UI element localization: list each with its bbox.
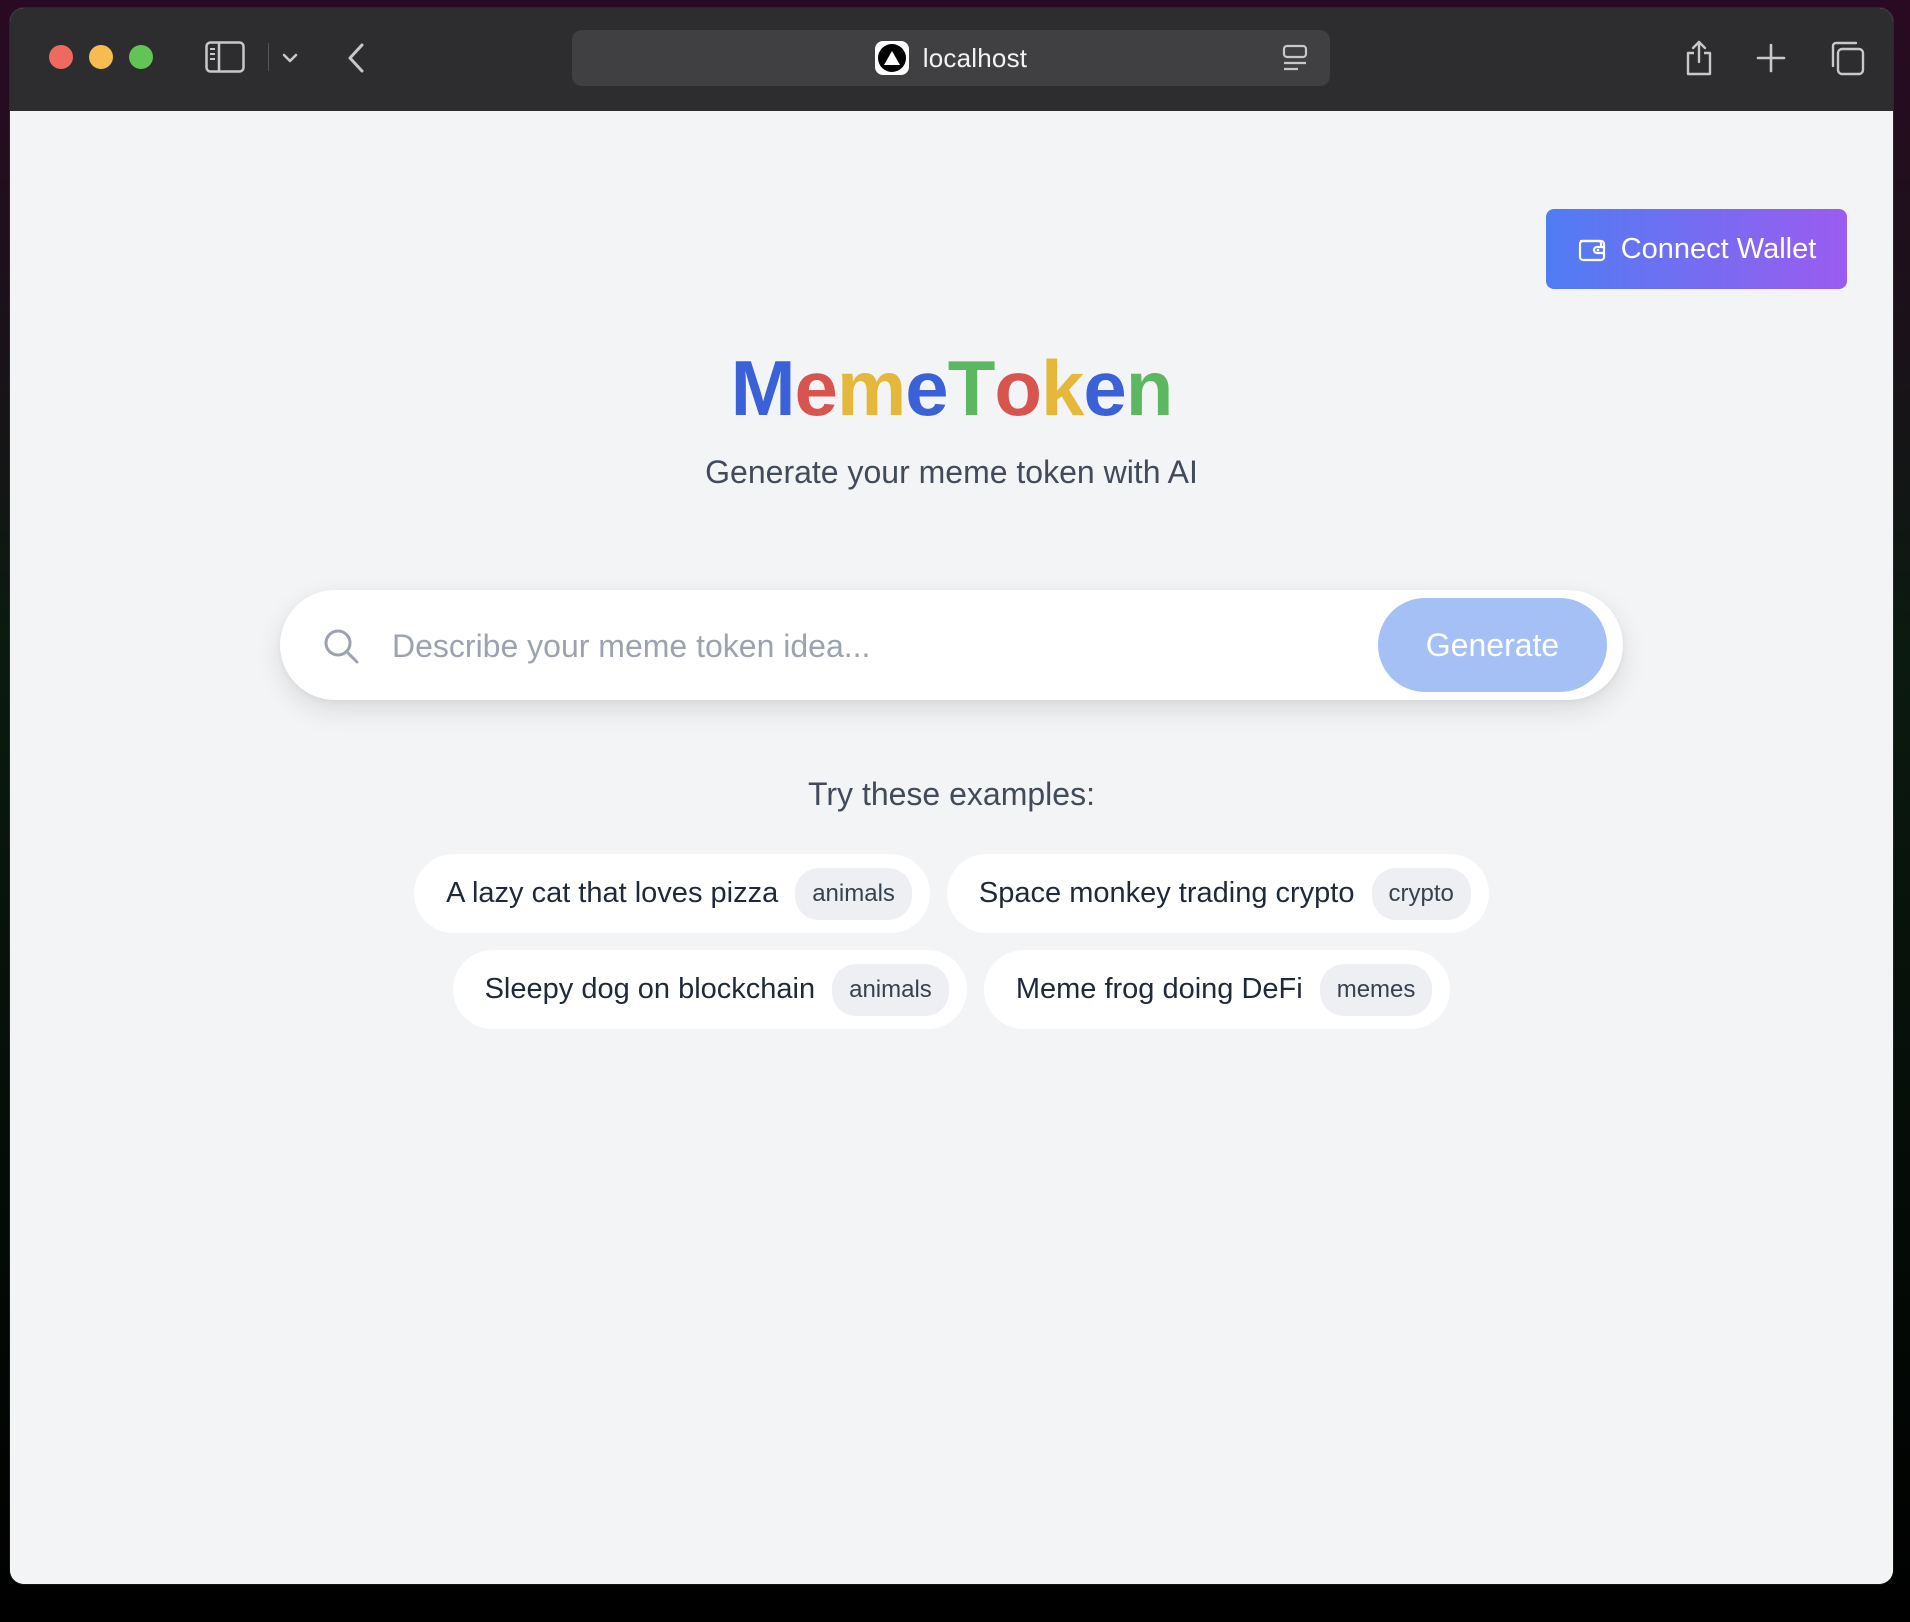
example-tag: animals [832, 963, 949, 1016]
example-text: Meme frog doing DeFi [1015, 973, 1303, 1005]
logo-letter: e [1083, 344, 1126, 432]
example-chip[interactable]: A lazy cat that loves pizza animals [414, 854, 930, 933]
logo-letter: o [994, 344, 1042, 432]
wallet-icon [1577, 235, 1607, 263]
address-bar[interactable]: localhost [572, 30, 1330, 86]
zoom-window-button[interactable] [129, 45, 153, 69]
hero-subtitle: Generate your meme token with AI [705, 454, 1198, 490]
logo-letter: e [794, 344, 838, 432]
examples-row: A lazy cat that loves pizza animals Spac… [414, 854, 1489, 933]
search-bar: Generate [280, 590, 1623, 700]
logo-letter: e [905, 344, 948, 432]
tab-overview-icon[interactable] [1828, 39, 1866, 77]
browser-toolbar: localhost [10, 8, 1893, 112]
example-chip[interactable]: Space monkey trading crypto crypto [946, 854, 1489, 933]
toolbar-divider [268, 43, 269, 71]
chevron-down-icon[interactable] [280, 48, 300, 68]
logo-letter: m [836, 344, 906, 432]
reader-mode-icon[interactable] [1282, 44, 1308, 77]
example-tag: memes [1319, 963, 1433, 1016]
meme-idea-input[interactable] [390, 615, 1254, 677]
example-text: Sleepy dog on blockchain [484, 973, 816, 1005]
page-content: Connect Wallet MemeToken Generate your m… [10, 111, 1893, 1584]
minimize-window-button[interactable] [89, 45, 113, 69]
back-arrow-icon[interactable] [344, 42, 368, 74]
generate-button[interactable]: Generate [1378, 598, 1607, 692]
close-window-button[interactable] [49, 45, 73, 69]
browser-window: localhost Connect Wallet MemeToken Gener… [10, 8, 1893, 1584]
example-text: Space monkey trading crypto [978, 877, 1355, 909]
logo-wordmark: MemeToken [10, 349, 1893, 427]
logo-letter: n [1125, 344, 1174, 432]
examples-row: Sleepy dog on blockchain animals Meme fr… [452, 950, 1451, 1029]
connect-wallet-label: Connect Wallet [1620, 232, 1817, 265]
search-icon [322, 627, 360, 670]
logo-letter: M [730, 344, 796, 432]
address-text: localhost [922, 42, 1028, 73]
share-icon[interactable] [1682, 36, 1716, 78]
logo-letter: k [1041, 344, 1084, 432]
logo-letter: T [947, 344, 996, 432]
example-tag: crypto [1371, 867, 1471, 920]
examples-title: Try these examples: [808, 776, 1095, 812]
example-chip[interactable]: Meme frog doing DeFi memes [983, 950, 1451, 1029]
connect-wallet-button[interactable]: Connect Wallet [1546, 209, 1847, 289]
examples-list: A lazy cat that loves pizza animals Spac… [10, 854, 1893, 1029]
new-tab-plus-icon[interactable] [1755, 42, 1787, 74]
example-tag: animals [795, 867, 912, 920]
example-text: A lazy cat that loves pizza [446, 877, 779, 909]
sidebar-toggle-icon[interactable] [205, 40, 245, 74]
example-chip[interactable]: Sleepy dog on blockchain animals [452, 950, 967, 1029]
site-favicon-icon [874, 41, 909, 75]
